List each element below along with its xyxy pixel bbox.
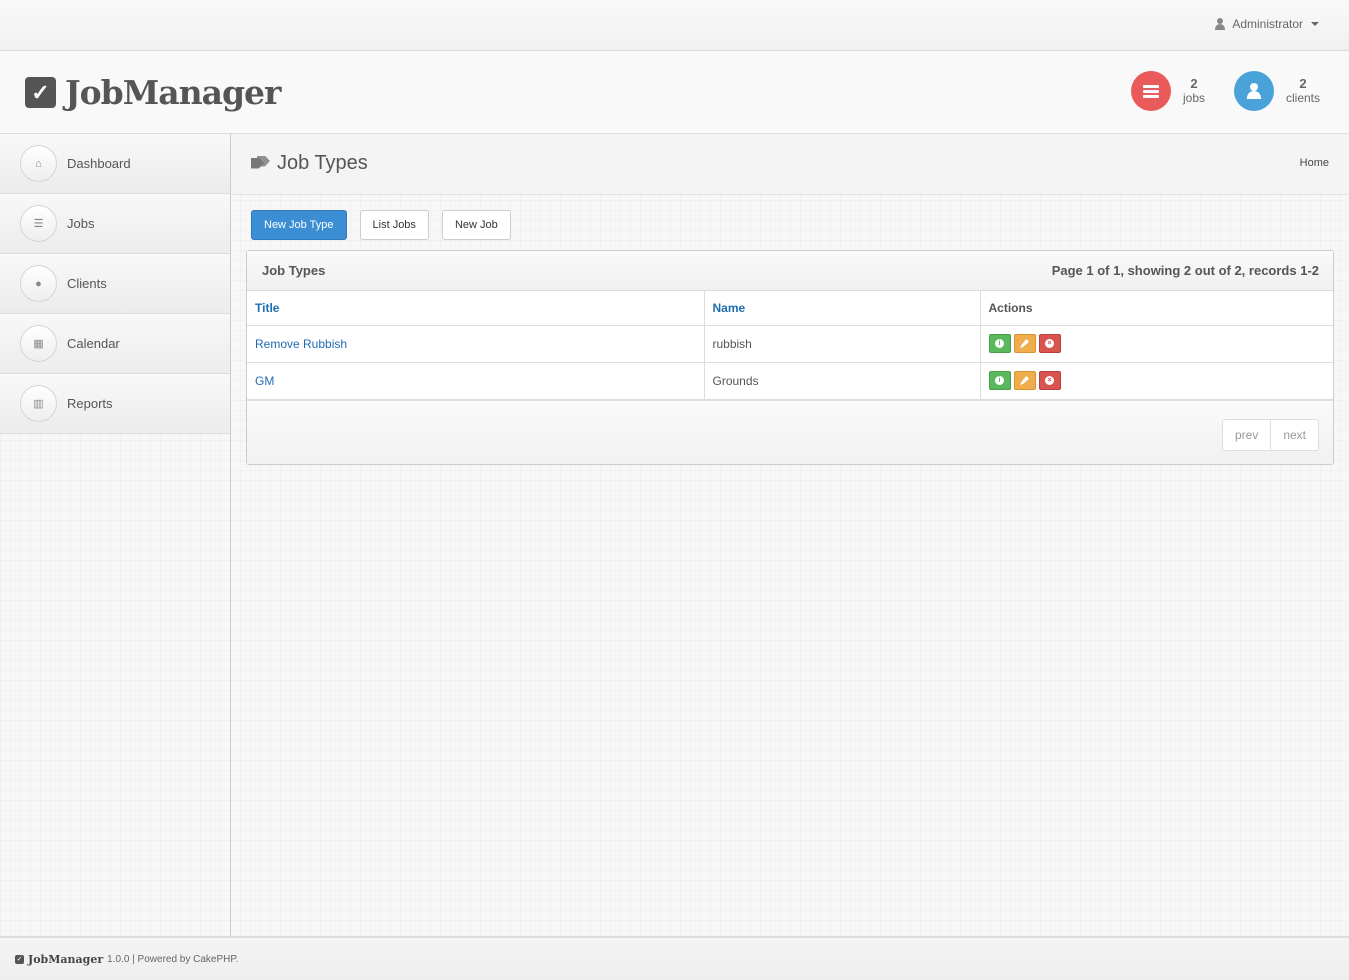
- jobs-count: 2: [1190, 76, 1198, 91]
- pagination-info: Page 1 of 1, showing 2 out of 2, records…: [1051, 263, 1319, 278]
- job-types-panel: Job Types Page 1 of 1, showing 2 out of …: [246, 250, 1334, 465]
- delete-button[interactable]: ×: [1038, 371, 1061, 390]
- column-header-title[interactable]: Title: [247, 291, 705, 326]
- close-icon: ×: [1045, 376, 1054, 385]
- check-square-icon: ✓: [15, 954, 24, 964]
- view-button[interactable]: i: [988, 334, 1011, 353]
- user-icon: [1234, 71, 1274, 111]
- column-header-name[interactable]: Name: [704, 291, 981, 326]
- table-row: Remove Rubbish rubbish i ×: [247, 325, 1334, 363]
- page-title: Job Types: [251, 152, 368, 175]
- sort-title-link[interactable]: Title: [255, 301, 279, 315]
- next-page-button[interactable]: next: [1270, 420, 1318, 450]
- page-header: Job Types Home: [231, 134, 1349, 195]
- list-icon: [1131, 71, 1171, 111]
- top-bar: Administrator: [0, 0, 1349, 51]
- jobs-stat[interactable]: 2 jobs: [1131, 71, 1205, 111]
- user-icon: ●: [20, 265, 57, 302]
- sidebar-item-clients[interactable]: ● Clients: [0, 254, 230, 314]
- footer-brand: JobManager: [28, 952, 104, 966]
- tags-icon: [251, 156, 271, 172]
- table-row: GM Grounds i ×: [247, 362, 1334, 400]
- job-type-name: Grounds: [704, 362, 981, 400]
- caret-down-icon: [1311, 22, 1319, 26]
- panel-header: Job Types Page 1 of 1, showing 2 out of …: [247, 251, 1333, 291]
- header: ✓ JobManager 2 jobs 2 clients: [0, 51, 1349, 134]
- edit-button[interactable]: [1013, 371, 1036, 390]
- info-icon: i: [995, 376, 1004, 385]
- job-type-title-link[interactable]: Remove Rubbish: [255, 337, 347, 351]
- toolbar: New Job Type List Jobs New Job: [251, 210, 511, 240]
- delete-button[interactable]: ×: [1038, 334, 1061, 353]
- home-icon: ⌂: [20, 145, 57, 182]
- list-jobs-button[interactable]: List Jobs: [359, 210, 429, 240]
- user-icon: [1214, 18, 1226, 30]
- logo-text: JobManager: [65, 73, 281, 112]
- job-types-table: Title Name Actions Remove Rubbish rubbis…: [247, 291, 1333, 400]
- page-title-text: Job Types: [277, 152, 368, 174]
- user-menu[interactable]: Administrator: [1214, 17, 1319, 31]
- view-button[interactable]: i: [988, 371, 1011, 390]
- breadcrumb-home[interactable]: Home: [1300, 157, 1329, 169]
- pencil-icon: [1020, 376, 1029, 385]
- info-icon: i: [995, 339, 1004, 348]
- user-menu-label: Administrator: [1232, 17, 1303, 31]
- new-job-type-button[interactable]: New Job Type: [251, 210, 347, 240]
- calendar-icon: ▦: [20, 325, 57, 362]
- job-type-name: rubbish: [704, 325, 981, 363]
- clients-stat[interactable]: 2 clients: [1234, 71, 1320, 111]
- footer-text: 1.0.0 | Powered by CakePHP.: [107, 953, 239, 965]
- logo[interactable]: ✓ JobManager: [25, 73, 281, 112]
- row-actions: i ×: [988, 334, 1334, 353]
- check-square-icon: ✓: [25, 77, 56, 108]
- sidebar-item-dashboard[interactable]: ⌂ Dashboard: [0, 134, 230, 194]
- clients-count: 2: [1299, 76, 1307, 91]
- clients-label: clients: [1286, 91, 1321, 105]
- sidebar-item-label: Dashboard: [67, 156, 131, 171]
- close-icon: ×: [1045, 339, 1054, 348]
- pager: prev next: [1221, 419, 1319, 451]
- panel-footer: prev next: [247, 400, 1333, 464]
- footer: ✓ JobManager 1.0.0 | Powered by CakePHP.: [0, 936, 1349, 980]
- sidebar-item-label: Reports: [67, 396, 113, 411]
- chart-icon: ▥: [20, 385, 57, 422]
- prev-page-button[interactable]: prev: [1223, 420, 1270, 450]
- job-type-title-link[interactable]: GM: [255, 374, 274, 388]
- row-actions: i ×: [988, 371, 1334, 390]
- column-header-actions: Actions: [980, 291, 1333, 326]
- sidebar-item-calendar[interactable]: ▦ Calendar: [0, 314, 230, 374]
- sidebar-item-reports[interactable]: ▥ Reports: [0, 374, 230, 434]
- jobs-label: jobs: [1183, 91, 1206, 105]
- sidebar: ⌂ Dashboard ☰ Jobs ● Clients ▦ Calendar …: [0, 134, 231, 936]
- new-job-button[interactable]: New Job: [441, 210, 511, 240]
- list-icon: ☰: [20, 205, 57, 242]
- sidebar-item-label: Calendar: [67, 336, 120, 351]
- sidebar-item-label: Jobs: [67, 216, 95, 231]
- pencil-icon: [1020, 339, 1029, 348]
- sidebar-item-label: Clients: [67, 276, 107, 291]
- sort-name-link[interactable]: Name: [713, 301, 746, 315]
- panel-title: Job Types: [262, 263, 326, 278]
- edit-button[interactable]: [1013, 334, 1036, 353]
- sidebar-item-jobs[interactable]: ☰ Jobs: [0, 194, 230, 254]
